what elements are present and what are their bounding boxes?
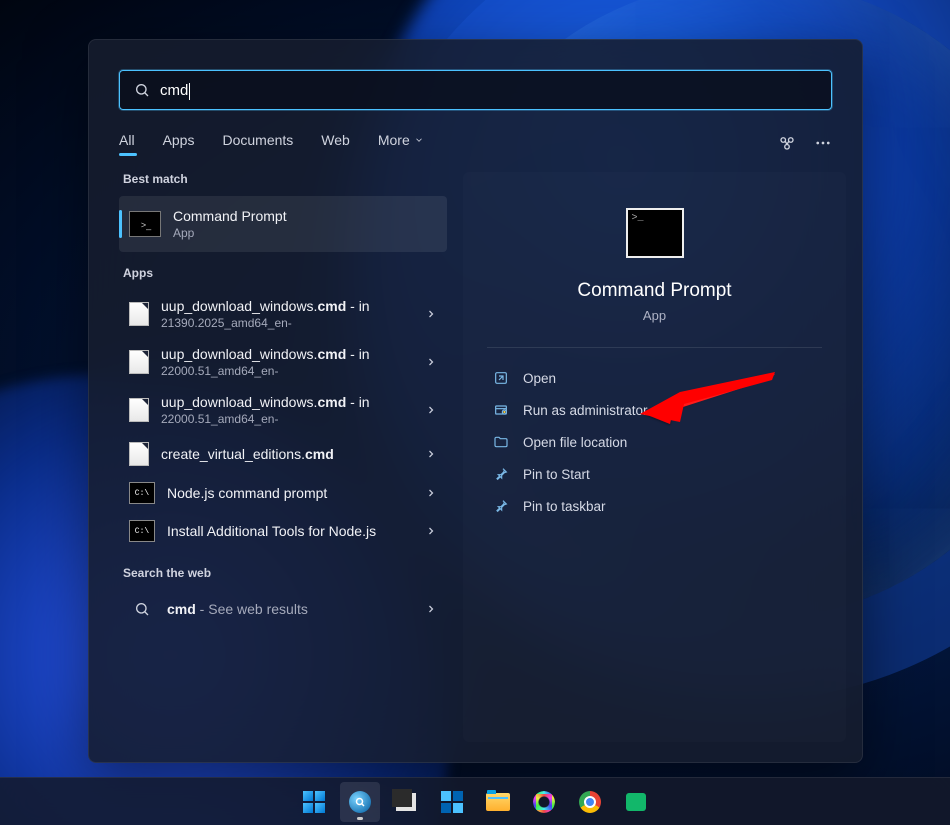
cmd-file-icon bbox=[129, 442, 149, 466]
chevron-right-icon bbox=[425, 525, 437, 537]
tab-apps[interactable]: Apps bbox=[163, 132, 195, 154]
chevron-right-icon bbox=[425, 308, 437, 320]
cmd-file-icon bbox=[129, 350, 149, 374]
share-icon[interactable] bbox=[778, 134, 796, 152]
section-best-match: Best match bbox=[123, 172, 447, 186]
app-result[interactable]: C:\ Install Additional Tools for Node.js bbox=[119, 512, 447, 550]
action-open-file-location[interactable]: Open file location bbox=[487, 426, 822, 458]
app-result[interactable]: C:\ Node.js command prompt bbox=[119, 474, 447, 512]
search-input[interactable]: cmd bbox=[119, 70, 832, 110]
taskbar-widgets[interactable] bbox=[432, 782, 472, 822]
command-prompt-icon: >_ bbox=[129, 211, 161, 237]
taskbar-chrome[interactable] bbox=[570, 782, 610, 822]
preview-title: Command Prompt bbox=[577, 280, 731, 302]
app-result[interactable]: uup_download_windows.cmd - in 22000.51_a… bbox=[119, 386, 447, 434]
preview-subtitle: App bbox=[643, 308, 666, 323]
search-icon bbox=[129, 598, 155, 620]
taskbar-chat[interactable] bbox=[616, 782, 656, 822]
chevron-right-icon bbox=[425, 448, 437, 460]
node-cmd-icon: C:\ bbox=[129, 482, 155, 504]
pin-icon bbox=[493, 466, 509, 482]
folder-icon bbox=[493, 434, 509, 450]
chevron-right-icon bbox=[425, 404, 437, 416]
more-options-icon[interactable] bbox=[814, 134, 832, 152]
action-pin-to-taskbar[interactable]: Pin to taskbar bbox=[487, 490, 822, 522]
start-button[interactable] bbox=[294, 782, 334, 822]
search-query-text: cmd bbox=[160, 82, 188, 99]
chevron-right-icon bbox=[425, 356, 437, 368]
taskbar-file-explorer[interactable] bbox=[478, 782, 518, 822]
tab-documents[interactable]: Documents bbox=[222, 132, 293, 154]
preview-pane: Command Prompt App Open Run as administr… bbox=[463, 172, 846, 742]
section-apps: Apps bbox=[123, 266, 447, 280]
app-result[interactable]: create_virtual_editions.cmd bbox=[119, 434, 447, 474]
pin-icon bbox=[493, 498, 509, 514]
filter-tabs: All Apps Documents Web More bbox=[119, 132, 832, 154]
taskbar bbox=[0, 777, 950, 825]
action-pin-to-start[interactable]: Pin to Start bbox=[487, 458, 822, 490]
tab-all[interactable]: All bbox=[119, 132, 135, 154]
cmd-file-icon bbox=[129, 302, 149, 326]
app-result[interactable]: uup_download_windows.cmd - in 21390.2025… bbox=[119, 290, 447, 338]
action-run-as-administrator[interactable]: Run as administrator bbox=[487, 394, 822, 426]
taskbar-app-o[interactable] bbox=[524, 782, 564, 822]
taskbar-search-button[interactable] bbox=[340, 782, 380, 822]
command-prompt-icon bbox=[626, 208, 684, 258]
search-icon bbox=[134, 82, 150, 98]
node-cmd-icon: C:\ bbox=[129, 520, 155, 542]
action-open[interactable]: Open bbox=[487, 362, 822, 394]
open-icon bbox=[493, 370, 509, 386]
cmd-file-icon bbox=[129, 398, 149, 422]
start-search-panel: cmd All Apps Documents Web More Best mat… bbox=[88, 39, 863, 763]
section-search-web: Search the web bbox=[123, 566, 447, 580]
tab-web[interactable]: Web bbox=[321, 132, 350, 154]
web-result[interactable]: cmd - See web results bbox=[119, 590, 447, 628]
chevron-right-icon bbox=[425, 487, 437, 499]
tab-more[interactable]: More bbox=[378, 132, 424, 154]
chevron-down-icon bbox=[414, 135, 424, 145]
app-result[interactable]: uup_download_windows.cmd - in 22000.51_a… bbox=[119, 338, 447, 386]
chevron-right-icon bbox=[425, 603, 437, 615]
best-match-result[interactable]: >_ Command Prompt App bbox=[119, 196, 447, 252]
shield-admin-icon bbox=[493, 402, 509, 418]
taskbar-task-view[interactable] bbox=[386, 782, 426, 822]
